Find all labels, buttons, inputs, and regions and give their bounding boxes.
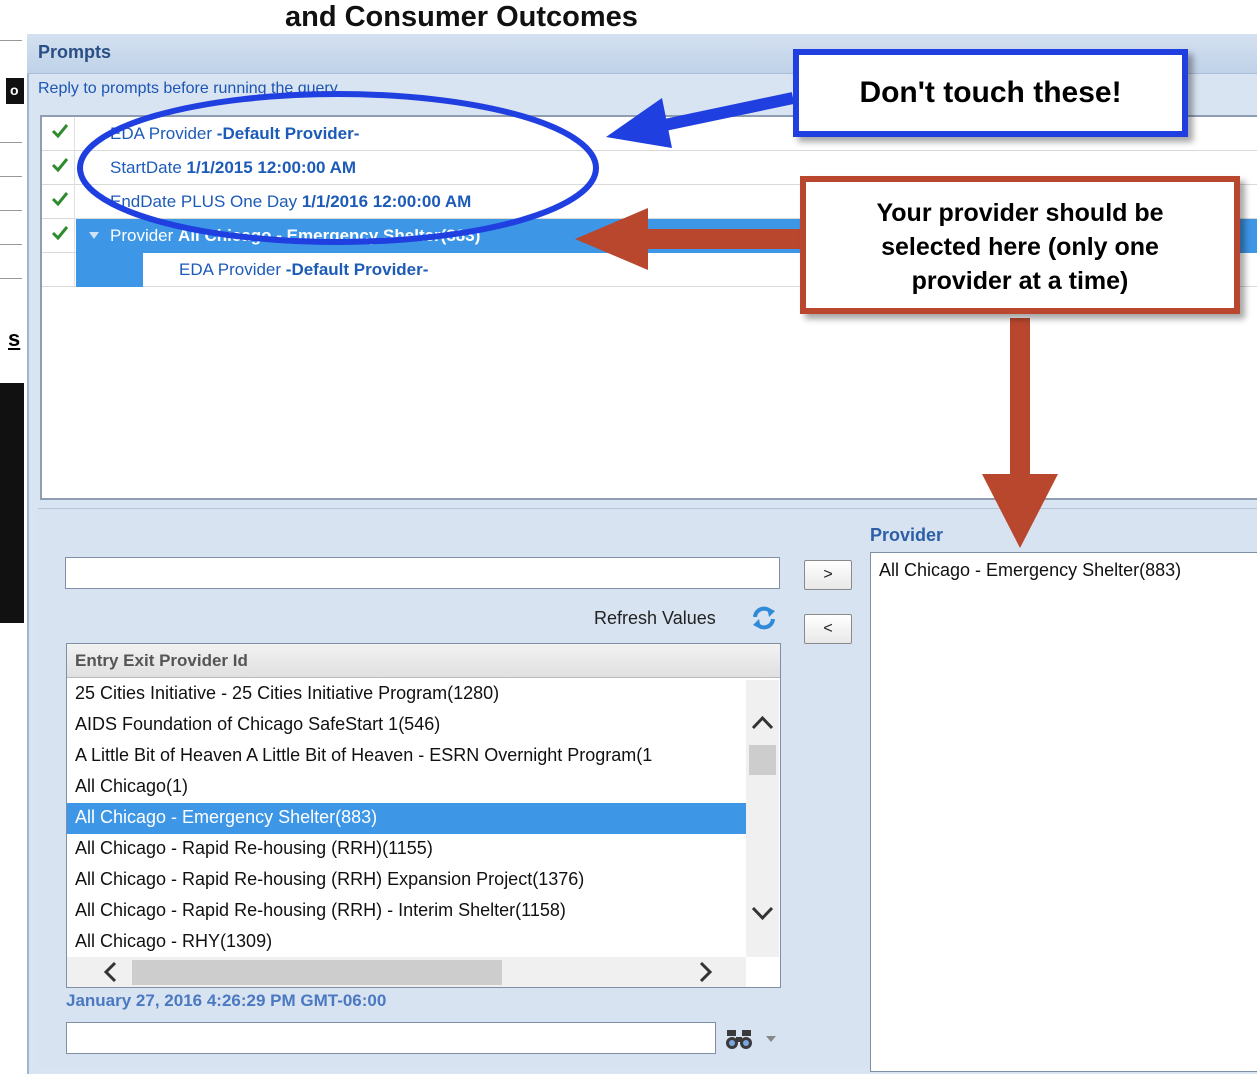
selected-value-item[interactable]: All Chicago - Emergency Shelter(883): [879, 560, 1181, 581]
scroll-down-icon[interactable]: [749, 898, 776, 928]
check-icon: [51, 124, 69, 139]
column-header[interactable]: Entry Exit Provider Id: [67, 644, 780, 678]
prompt-text: EDA Provider -Default Provider-: [110, 124, 359, 144]
callout-line: selected here (only one: [881, 233, 1159, 261]
list-item[interactable]: All Chicago - Rapid Re-housing (RRH)(115…: [67, 834, 746, 865]
background-fragment: o: [6, 78, 24, 104]
list-item[interactable]: All Chicago - Rapid Re-housing (RRH) - I…: [67, 896, 746, 927]
divider: [0, 278, 22, 279]
dialog-title: Prompts: [38, 42, 112, 62]
expand-caret-icon[interactable]: [89, 232, 99, 239]
list-item[interactable]: 25 Cities Initiative - 25 Cities Initiat…: [67, 679, 746, 710]
selected-values-list: [870, 552, 1257, 1072]
horizontal-scroll-thumb[interactable]: [132, 960, 502, 985]
prompt-name: EndDate PLUS One Day: [110, 192, 298, 211]
list-item[interactable]: All Chicago - RHY(1309): [67, 927, 746, 958]
refresh-icon[interactable]: [750, 604, 778, 632]
selected-values-label: Provider: [870, 525, 944, 545]
prompt-name: EDA Provider: [179, 260, 282, 279]
refresh-values-link[interactable]: Refresh Values: [594, 608, 716, 629]
prompt-text: StartDate 1/1/2015 12:00:00 AM: [110, 158, 356, 178]
remove-value-button[interactable]: <: [804, 614, 852, 644]
check-icon: [51, 192, 69, 207]
scroll-left-icon[interactable]: [96, 958, 126, 986]
chevron-down-icon[interactable]: [766, 1036, 776, 1042]
background-black-bar: [0, 383, 24, 623]
background-fragment: s: [8, 326, 21, 351]
prompt-value: All Chicago - Emergency Shelter(883): [178, 226, 481, 245]
binoculars-icon[interactable]: [724, 1026, 754, 1052]
add-value-button[interactable]: >: [804, 560, 852, 590]
background-report-title: and Consumer Outcomes: [285, 1, 638, 33]
list-item[interactable]: A Little Bit of Heaven A Little Bit of H…: [67, 741, 746, 772]
scroll-right-icon[interactable]: [690, 958, 720, 986]
check-icon: [51, 226, 69, 241]
prompt-text: EDA Provider -Default Provider-: [179, 260, 428, 280]
selection-highlight: [76, 253, 143, 287]
callout-dont-touch: Don't touch these!: [793, 49, 1188, 137]
divider: [0, 142, 22, 143]
list-item[interactable]: AIDS Foundation of Chicago SafeStart 1(5…: [67, 710, 746, 741]
prompt-value: 1/1/2015 12:00:00 AM: [186, 158, 357, 177]
callout-line: provider at a time): [911, 267, 1129, 295]
row-gutter: [42, 253, 75, 287]
vertical-scroll-thumb[interactable]: [749, 745, 776, 775]
prompt-name: StartDate: [110, 158, 182, 177]
find-input[interactable]: [66, 1022, 716, 1054]
dialog-subtitle: Reply to prompts before running the quer…: [38, 80, 341, 97]
callout-provider-note: Your provider should be selected here (o…: [800, 176, 1240, 314]
prompt-text: EndDate PLUS One Day 1/1/2016 12:00:00 A…: [110, 192, 471, 212]
callout-line: Your provider should be: [876, 199, 1164, 227]
prompt-text: Provider All Chicago - Emergency Shelter…: [110, 226, 480, 246]
list-item[interactable]: All Chicago - Rapid Re-housing (RRH) Exp…: [67, 865, 746, 896]
scroll-up-icon[interactable]: [749, 708, 776, 738]
divider: [0, 40, 22, 41]
prompt-name: Provider: [110, 226, 174, 245]
check-icon: [51, 158, 69, 173]
divider: [0, 176, 22, 177]
prompt-value: 1/1/2016 12:00:00 AM: [301, 192, 472, 211]
divider: [0, 210, 22, 211]
timestamp: January 27, 2016 4:26:29 PM GMT-06:00: [66, 991, 387, 1010]
list-item-selected[interactable]: All Chicago - Emergency Shelter(883): [67, 803, 746, 834]
divider: [0, 244, 22, 245]
prompt-name: EDA Provider: [110, 124, 213, 143]
list-item[interactable]: All Chicago(1): [67, 772, 746, 803]
search-input[interactable]: [65, 557, 780, 589]
prompt-value: -Default Provider-: [285, 260, 429, 279]
prompt-value: -Default Provider-: [216, 124, 360, 143]
